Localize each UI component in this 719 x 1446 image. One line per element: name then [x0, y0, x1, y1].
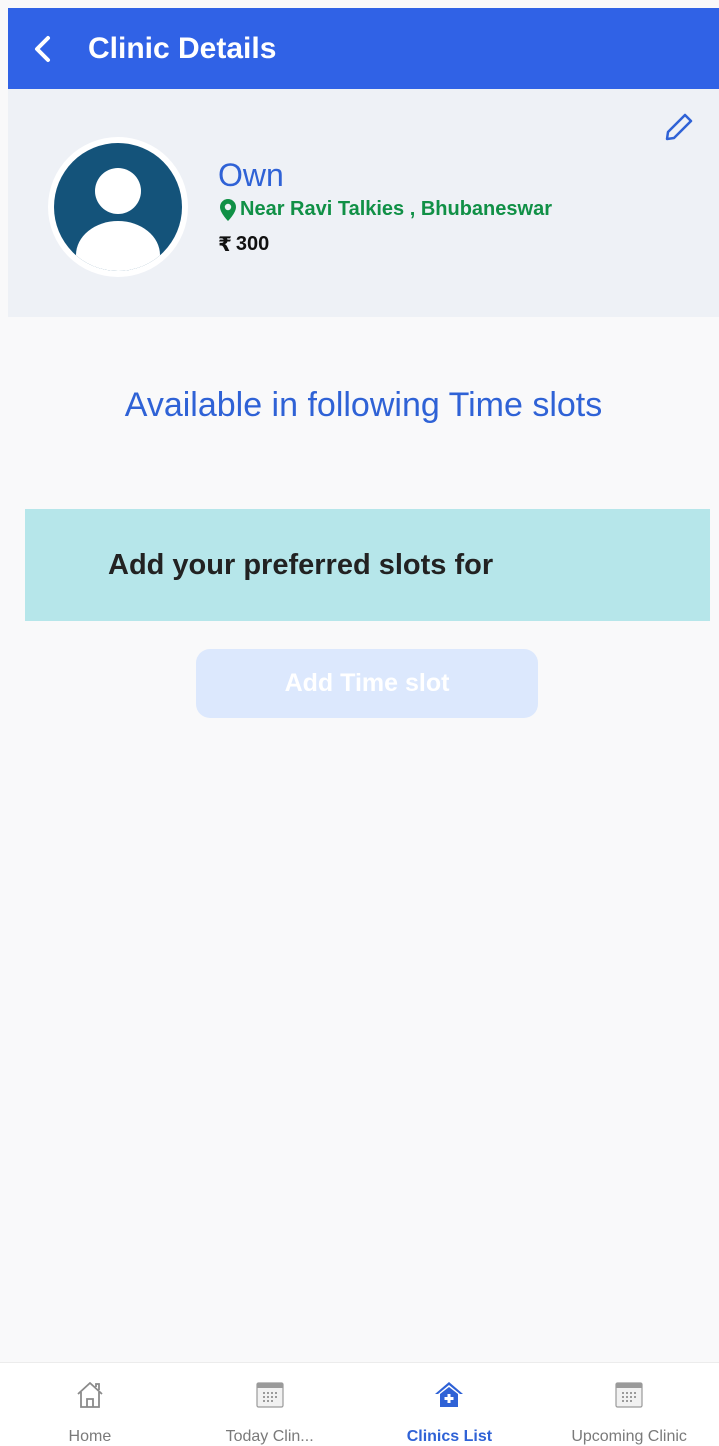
- preferred-slots-banner-text: Add your preferred slots for: [108, 548, 494, 581]
- back-button[interactable]: [8, 8, 78, 89]
- nav-item-clinics-list[interactable]: Clinics List: [360, 1363, 540, 1446]
- app-bar: Clinic Details: [8, 8, 719, 89]
- location-pin-icon: [220, 198, 236, 221]
- nav-item-today-clinics[interactable]: Today Clin...: [180, 1363, 360, 1446]
- fee-amount: 300: [235, 233, 270, 255]
- calendar-icon: [256, 1381, 284, 1408]
- edit-clinic-button[interactable]: [659, 107, 699, 147]
- currency-symbol: ₹: [218, 234, 232, 256]
- user-avatar-icon: [54, 143, 182, 271]
- consultation-fee: ₹ 300: [218, 232, 269, 257]
- nav-label-upcoming-clinic: Upcoming Clinic: [571, 1428, 687, 1445]
- add-time-slot-button[interactable]: Add Time slot: [196, 649, 538, 718]
- nav-item-home[interactable]: Home: [0, 1363, 180, 1446]
- chevron-left-icon: [35, 35, 50, 62]
- nav-label-today-clinics: Today Clin...: [225, 1428, 314, 1445]
- bottom-navigation: Home Today Clin... Clinics List Upcoming…: [0, 1362, 719, 1446]
- nav-item-upcoming-clinic[interactable]: Upcoming Clinic: [539, 1363, 719, 1446]
- time-slots-section-title: Available in following Time slots: [124, 386, 603, 424]
- clinic-address: Near Ravi Talkies , Bhubaneswar: [220, 198, 552, 221]
- pencil-icon: [665, 113, 693, 141]
- clinic-address-text: Near Ravi Talkies , Bhubaneswar: [240, 198, 552, 220]
- page-title: Clinic Details: [88, 31, 277, 65]
- clinic-name: Own: [218, 157, 284, 193]
- nav-label-home: Home: [68, 1428, 112, 1445]
- preferred-slots-banner: Add your preferred slots for: [25, 509, 710, 621]
- clinic-profile-card: Own Near Ravi Talkies , Bhubaneswar ₹ 30…: [8, 89, 719, 317]
- avatar: [48, 137, 188, 277]
- home-icon: [77, 1381, 103, 1408]
- clinic-house-icon: [435, 1381, 464, 1407]
- calendar-icon: [615, 1381, 643, 1408]
- nav-label-clinics-list: Clinics List: [406, 1428, 493, 1445]
